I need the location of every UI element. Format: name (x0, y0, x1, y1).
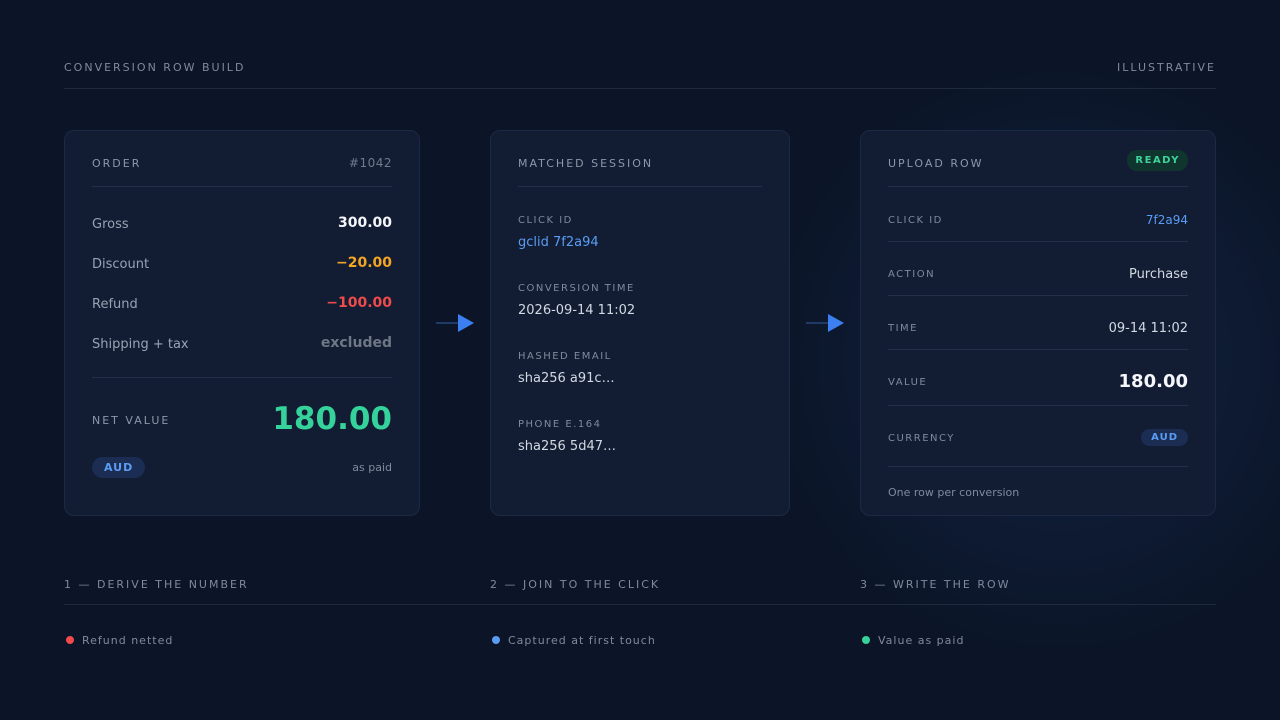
arrow-right-icon (436, 313, 476, 333)
line-value: 300.00 (337, 215, 392, 231)
field-value: 2026-09-14 11:02 (518, 303, 636, 318)
dot-icon (862, 636, 870, 644)
order-line-shipping: Shipping + tax excluded (92, 335, 392, 355)
field-label: HASHED EMAIL (518, 351, 612, 362)
line-label: Discount (92, 257, 150, 272)
line-value: −20.00 (335, 255, 392, 271)
page-header: CONVERSION ROW BUILD ILLUSTRATIVE (64, 61, 1216, 89)
order-line-discount: Discount −20.00 (92, 255, 392, 275)
row-value: 09-14 11:02 (1108, 321, 1188, 336)
upload-card-header: UPLOAD ROW READY (888, 145, 1188, 187)
net-value-label: NET VALUE (92, 414, 171, 427)
order-line-refund: Refund −100.00 (92, 295, 392, 315)
upload-row-time: TIME 09-14 11:02 (888, 296, 1188, 350)
upload-row-click-id: CLICK ID 7f2a94 (888, 188, 1188, 242)
currency-badge: AUD (1141, 429, 1188, 446)
order-card: ORDER #1042 Gross 300.00 Discount −20.00… (64, 130, 420, 516)
legend-text: Captured at first touch (508, 634, 656, 647)
order-id: #1042 (348, 156, 392, 170)
legend-text: Refund netted (82, 634, 174, 647)
row-value: 180.00 (1118, 371, 1188, 392)
field-label: PHONE E.164 (518, 419, 602, 430)
row-label: VALUE (888, 377, 928, 388)
line-label: Refund (92, 297, 138, 312)
dot-icon (492, 636, 500, 644)
matched-session-card: MATCHED SESSION CLICK ID gclid 7f2a94 CO… (490, 130, 790, 516)
field-value: sha256 5d47… (518, 439, 616, 454)
line-value: −100.00 (326, 295, 392, 311)
status-badge: READY (1127, 150, 1188, 171)
field-label: CLICK ID (518, 215, 573, 226)
net-value: 180.00 (272, 401, 392, 437)
divider (92, 377, 392, 378)
session-card-header: MATCHED SESSION (518, 145, 762, 187)
upload-row-action: ACTION Purchase (888, 242, 1188, 296)
dot-icon (66, 636, 74, 644)
arrow-head (828, 314, 844, 332)
step-3-label: 3 — WRITE THE ROW (860, 578, 1216, 605)
row-value: 7f2a94 (1145, 213, 1188, 227)
arrow-head (458, 314, 474, 332)
page-title: CONVERSION ROW BUILD (64, 61, 246, 74)
line-value: excluded (320, 335, 392, 351)
legend-item-captured: Captured at first touch (492, 634, 656, 647)
arrow-shaft (806, 322, 830, 324)
legend-item-value: Value as paid (862, 634, 964, 647)
upload-row-card: UPLOAD ROW READY CLICK ID 7f2a94 ACTION … (860, 130, 1216, 516)
session-field-conversion-time: CONVERSION TIME 2026-09-14 11:02 (518, 283, 762, 318)
row-value: Purchase (1128, 267, 1188, 282)
upload-card-title: UPLOAD ROW (888, 157, 984, 170)
upload-row-value: VALUE 180.00 (888, 350, 1188, 406)
order-card-header: ORDER #1042 (92, 145, 392, 187)
line-label: Gross (92, 217, 129, 232)
upload-row-currency: CURRENCY AUD (888, 406, 1188, 467)
session-card-title: MATCHED SESSION (518, 157, 654, 170)
field-value: sha256 a91c… (518, 371, 615, 386)
row-label: CURRENCY (888, 433, 955, 444)
session-field-click-id: CLICK ID gclid 7f2a94 (518, 215, 762, 250)
order-card-title: ORDER (92, 157, 142, 170)
illustrative-tag: ILLUSTRATIVE (1116, 61, 1216, 74)
as-paid-note: as paid (352, 461, 392, 474)
session-field-hashed-email: HASHED EMAIL sha256 a91c… (518, 351, 762, 386)
row-label: TIME (888, 323, 919, 334)
line-label: Shipping + tax (92, 337, 189, 352)
currency-badge: AUD (92, 457, 146, 478)
legend-text: Value as paid (878, 634, 965, 647)
step-2-label: 2 — JOIN TO THE CLICK (490, 578, 860, 605)
field-value: gclid 7f2a94 (518, 235, 599, 250)
upload-footnote: One row per conversion (888, 486, 1020, 499)
arrow-shaft (436, 322, 460, 324)
arrow-right-icon (806, 313, 846, 333)
field-label: CONVERSION TIME (518, 283, 635, 294)
legend-item-refund: Refund netted (66, 634, 173, 647)
row-label: ACTION (888, 269, 936, 280)
step-1-label: 1 — DERIVE THE NUMBER (64, 578, 490, 605)
row-label: CLICK ID (888, 215, 943, 226)
session-field-phone: PHONE E.164 sha256 5d47… (518, 419, 762, 454)
order-line-gross: Gross 300.00 (92, 215, 392, 235)
